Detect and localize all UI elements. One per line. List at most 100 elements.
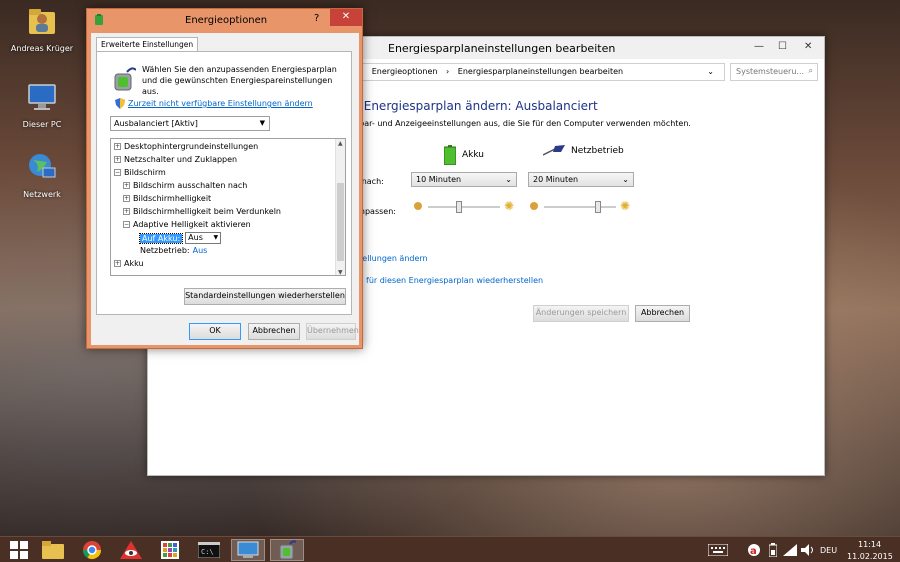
column-label: Akku <box>462 150 485 160</box>
chevron-down-icon: ▼ <box>213 234 219 241</box>
wifi-icon[interactable] <box>783 544 797 556</box>
taskbar-control-panel[interactable] <box>231 539 265 561</box>
close-button[interactable]: ✕ <box>330 9 362 26</box>
cancel-button[interactable]: Abbrechen <box>248 323 300 340</box>
breadcrumb-item[interactable]: Energiesparplaneinstellungen bearbeiten <box>458 67 623 76</box>
breadcrumb-item[interactable]: Energieoptionen <box>372 67 438 76</box>
tab-bar: Erweiterte Einstellungen <box>96 37 199 52</box>
apply-button[interactable]: Übernehmen <box>306 323 359 340</box>
select-value: 20 Minuten <box>533 175 579 184</box>
uac-settings-link[interactable]: Zurzeit nicht verfügbare Einstellungen ä… <box>128 99 313 108</box>
tree-item-label: Bildschirmhelligkeit <box>133 194 212 203</box>
slider-thumb[interactable] <box>595 201 602 213</box>
scroll-up-icon[interactable]: ▲ <box>338 140 343 147</box>
scroll-down-icon[interactable]: ▼ <box>338 269 343 275</box>
help-icon[interactable]: ? <box>314 13 319 24</box>
desktop-icon-user[interactable]: Andreas Krüger <box>7 4 77 53</box>
slider-track <box>544 206 616 208</box>
plan-select[interactable]: Ausbalanciert [Aktiv] ▼ <box>110 116 270 131</box>
tree-scrollbar[interactable]: ▲ ▼ <box>335 139 345 275</box>
power-plug-icon <box>543 145 565 156</box>
computer-icon <box>28 84 56 110</box>
tree-item[interactable]: + Bildschirmhelligkeit beim Verdunkeln <box>123 207 281 216</box>
desktop-icon-network[interactable]: Netzwerk <box>7 150 77 199</box>
search-input[interactable]: Systemsteueru... ⌕ <box>730 63 818 81</box>
expand-icon[interactable]: + <box>123 208 130 215</box>
minimize-icon[interactable]: — <box>754 41 764 52</box>
taskbar-explorer[interactable] <box>36 539 70 561</box>
restore-defaults-button[interactable]: Standardeinstellungen wiederherstellen <box>184 288 346 305</box>
antivirus-icon[interactable]: a <box>747 543 761 557</box>
taskbar-cmd[interactable]: C:\ <box>192 539 226 561</box>
restore-plan-defaults-link[interactable]: für diesen Energiesparplan wiederherstel… <box>366 276 543 285</box>
volume-icon[interactable] <box>801 544 815 556</box>
expand-icon[interactable]: + <box>123 195 130 202</box>
power-options-dialog: Energieoptionen ? ✕ Erweiterte Einstellu… <box>86 8 363 349</box>
keyboard-icon[interactable] <box>708 544 728 556</box>
display-off-plugged-select[interactable]: 20 Minuten ⌄ <box>528 172 634 187</box>
sun-large-icon: ✺ <box>503 199 514 213</box>
address-bar[interactable]: › Energieoptionen › Energiesparplaneinst… <box>353 63 725 81</box>
tree-item[interactable]: + Desktophintergrundeinstellungen <box>114 142 258 151</box>
tree-item[interactable]: + Netzschalter und Zuklappen <box>114 155 237 164</box>
settings-tree[interactable]: + Desktophintergrundeinstellungen + Netz… <box>110 138 346 276</box>
expand-icon[interactable]: + <box>123 182 130 189</box>
desktop-icon-label: Netzwerk <box>23 190 61 199</box>
dialog-titlebar[interactable]: Energieoptionen ? ✕ <box>87 9 362 31</box>
column-header-plugged: Netzbetrieb <box>543 145 624 157</box>
windows-logo-icon <box>10 541 28 559</box>
expand-icon[interactable]: + <box>114 260 121 267</box>
taskbar-power-options[interactable] <box>270 539 304 561</box>
slider-thumb[interactable] <box>455 201 462 213</box>
brightness-plugged-slider[interactable]: ✺ <box>530 200 630 214</box>
breadcrumb-chevron-icon: › <box>446 67 450 76</box>
tree-item[interactable]: + Akku <box>114 259 144 268</box>
clock-date[interactable]: 11.02.2015 <box>847 552 893 561</box>
input-language[interactable]: DEU <box>820 546 837 555</box>
tree-item-label: Bildschirm ausschalten nach <box>133 181 248 190</box>
taskbar-apps[interactable] <box>153 539 187 561</box>
ok-button[interactable]: OK <box>189 323 241 340</box>
tree-item-label: Bildschirm <box>124 168 166 177</box>
tree-item[interactable]: + Bildschirmhelligkeit <box>123 194 211 203</box>
svg-text:a: a <box>750 546 757 557</box>
battery-tray-icon[interactable] <box>769 543 777 557</box>
user-folder-icon <box>29 9 55 34</box>
collapse-icon[interactable]: − <box>123 221 130 228</box>
sun-large-icon: ✺ <box>619 199 630 213</box>
desktop-icon-this-pc[interactable]: Dieser PC <box>7 80 77 129</box>
taskbar-chrome[interactable] <box>75 539 109 561</box>
save-changes-button[interactable]: Änderungen speichern <box>533 305 629 322</box>
advanced-settings-link[interactable]: stellungen ändern <box>355 254 428 263</box>
scrollbar-thumb[interactable] <box>337 183 344 261</box>
tree-item[interactable]: − Adaptive Helligkeit aktivieren <box>123 220 251 229</box>
expand-icon[interactable]: + <box>114 143 121 150</box>
desktop-icon-label: Dieser PC <box>22 120 62 129</box>
close-icon[interactable]: ✕ <box>804 41 812 52</box>
brightness-battery-slider[interactable]: ✺ <box>414 200 514 214</box>
page-title: r Energiesparplan ändern: Ausbalanciert <box>355 99 598 113</box>
plugged-value-link[interactable]: Aus <box>193 246 208 255</box>
clock-time[interactable]: 11:14 <box>858 540 881 549</box>
expand-icon[interactable]: + <box>114 156 121 163</box>
on-battery-label: Auf Akku: <box>138 232 184 244</box>
folder-icon <box>42 541 64 559</box>
cancel-button[interactable]: Abbrechen <box>635 305 690 322</box>
on-battery-select[interactable]: Aus ▼ <box>185 232 222 244</box>
display-off-battery-select[interactable]: 10 Minuten ⌄ <box>411 172 517 187</box>
info-text: Wählen Sie den anzupassenden Energiespar… <box>142 65 337 96</box>
uac-link-row[interactable]: Zurzeit nicht verfügbare Einstellungen ä… <box>115 98 313 109</box>
tree-item[interactable]: + Bildschirm ausschalten nach <box>123 181 247 190</box>
taskbar-irfanview[interactable] <box>114 539 148 561</box>
chevron-down-icon: ⌄ <box>622 175 629 184</box>
tree-item-plugged[interactable]: Netzbetrieb: Aus <box>140 246 207 255</box>
battery-icon <box>444 145 456 165</box>
tab-advanced-settings[interactable]: Erweiterte Einstellungen <box>96 37 199 52</box>
start-button[interactable] <box>2 539 36 561</box>
svg-text:C:\: C:\ <box>201 548 214 556</box>
collapse-icon[interactable]: − <box>114 169 121 176</box>
tree-item[interactable]: − Bildschirm <box>114 168 166 177</box>
chevron-down-icon[interactable]: ⌄ <box>707 67 714 76</box>
tree-item-on-battery[interactable]: Auf Akku: Aus ▼ <box>138 232 222 244</box>
maximize-icon[interactable]: ☐ <box>778 41 787 52</box>
